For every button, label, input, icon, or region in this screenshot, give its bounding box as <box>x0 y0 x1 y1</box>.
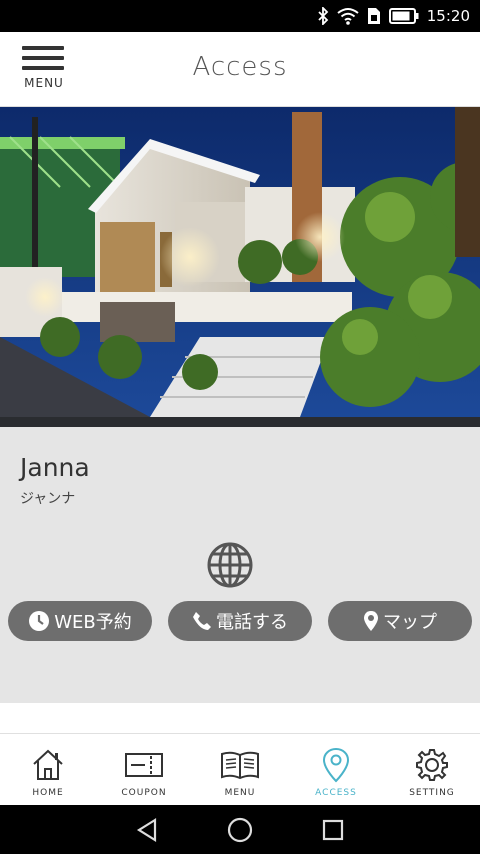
gear-icon <box>412 746 452 784</box>
book-icon <box>220 746 260 784</box>
web-reserve-label: WEB予約 <box>54 612 132 633</box>
tab-access[interactable]: ACCESS <box>288 734 384 805</box>
shop-info-section: Janna ジャンナ WEB予約 電話する マップ <box>0 427 480 733</box>
recents-icon[interactable] <box>318 815 348 845</box>
bluetooth-icon <box>317 7 329 25</box>
web-reserve-button[interactable]: WEB予約 <box>8 601 152 641</box>
call-button[interactable]: 電話する <box>168 601 312 641</box>
shop-name-kana: ジャンナ <box>20 491 76 507</box>
system-nav-bar <box>0 805 480 854</box>
shop-photo <box>0 107 480 427</box>
tab-coupon-label: COUPON <box>121 788 167 798</box>
tab-setting-label: SETTING <box>409 788 455 798</box>
app-header: MENU Access <box>0 32 480 107</box>
battery-icon <box>388 8 419 24</box>
tab-home-label: HOME <box>32 788 64 798</box>
action-buttons: WEB予約 電話する マップ <box>8 601 472 641</box>
tab-access-label: ACCESS <box>315 788 357 798</box>
hamburger-icon <box>22 46 64 50</box>
sim-icon <box>367 7 381 25</box>
tab-menu-label: MENU <box>224 788 256 798</box>
home-nav-icon[interactable] <box>225 815 255 845</box>
map-pin-icon <box>363 610 379 632</box>
tab-home[interactable]: HOME <box>0 734 96 805</box>
status-time: 15:20 <box>426 7 470 25</box>
call-label: 電話する <box>216 612 288 633</box>
page-title: Access <box>192 52 288 82</box>
wifi-icon <box>337 7 359 25</box>
home-icon <box>28 746 68 784</box>
bottom-tab-bar: HOME COUPON MENU ACCESS SETTING <box>0 733 480 805</box>
shop-name: Janna <box>20 453 90 482</box>
location-pin-icon <box>316 746 356 784</box>
globe-icon[interactable] <box>206 541 254 589</box>
coupon-icon <box>124 746 164 784</box>
clock-icon <box>28 610 50 632</box>
status-bar: 15:20 <box>0 0 480 32</box>
tab-menu[interactable]: MENU <box>192 734 288 805</box>
tab-coupon[interactable]: COUPON <box>96 734 192 805</box>
phone-icon <box>192 611 212 631</box>
shop-details-peek <box>0 703 480 733</box>
back-icon[interactable] <box>132 815 162 845</box>
tab-setting[interactable]: SETTING <box>384 734 480 805</box>
map-button[interactable]: マップ <box>328 601 472 641</box>
map-label: マップ <box>383 612 437 633</box>
